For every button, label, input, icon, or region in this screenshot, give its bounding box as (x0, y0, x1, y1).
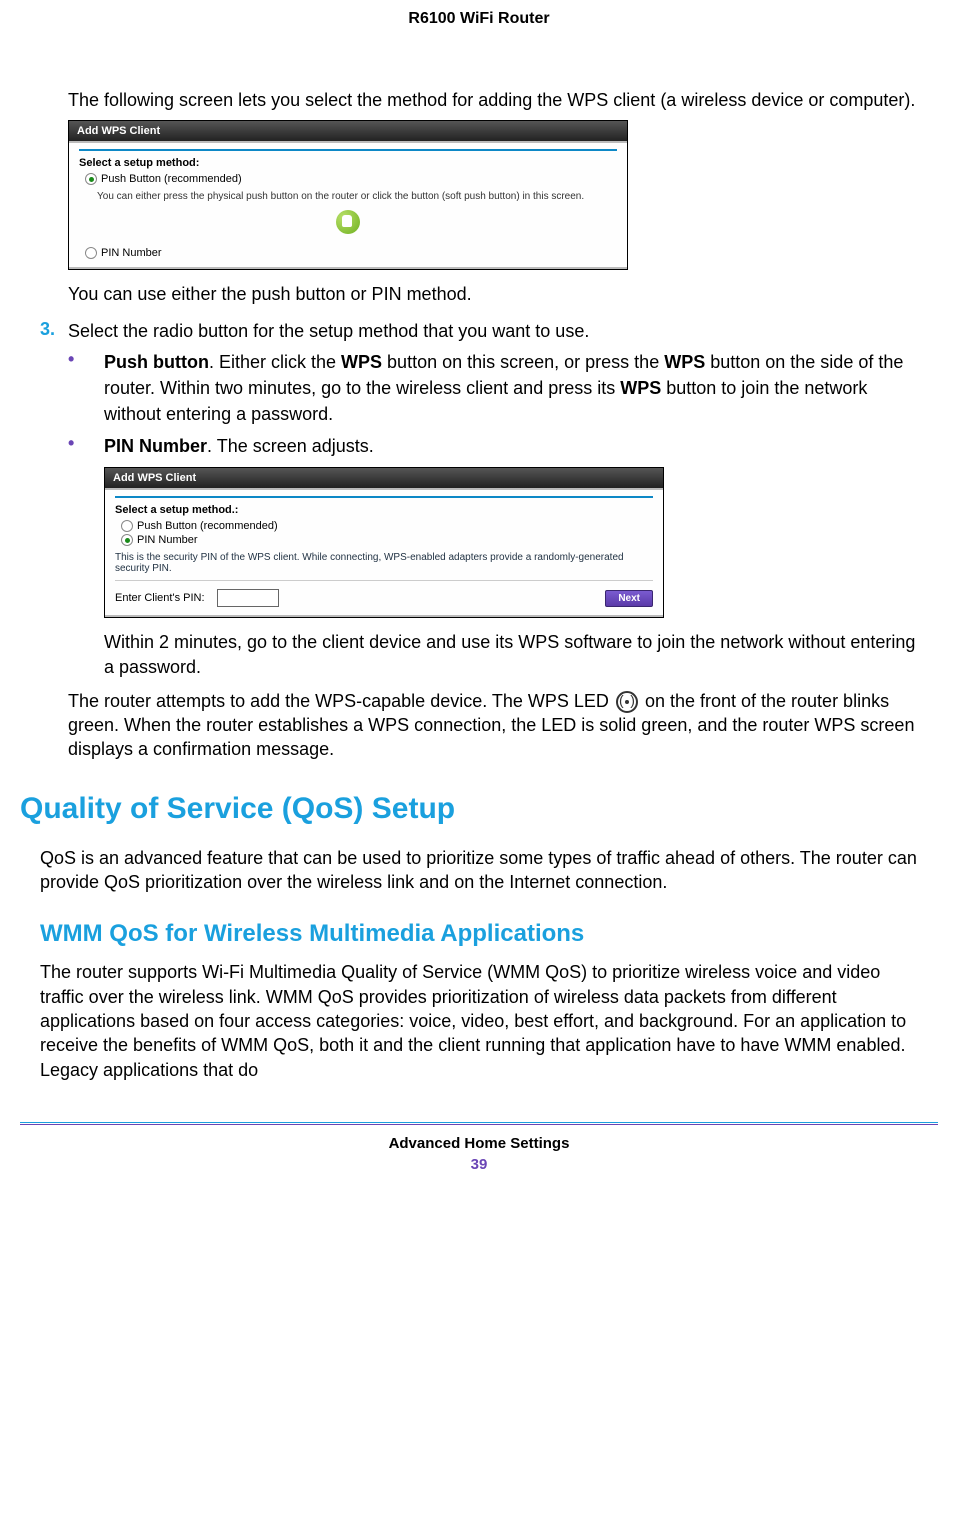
page-header-title: R6100 WiFi Router (40, 10, 918, 28)
wps-led-icon (616, 691, 638, 713)
radio-label: PIN Number (137, 534, 198, 546)
wps-soft-button-icon[interactable] (336, 210, 360, 234)
page-footer: Advanced Home Settings 39 (40, 1122, 918, 1173)
radio-push-button[interactable]: Push Button (recommended) (85, 173, 617, 185)
radio-label: PIN Number (101, 247, 162, 259)
divider (79, 149, 617, 151)
after-pin-paragraph: Within 2 minutes, go to the client devic… (104, 630, 918, 679)
screenshot-add-wps-push: Add WPS Client Select a setup method: Pu… (68, 120, 628, 270)
bullet-push-button: • Push button. Either click the WPS butt… (68, 349, 918, 427)
next-button[interactable]: Next (605, 590, 653, 607)
screenshot-add-wps-pin: Add WPS Client Select a setup method.: P… (104, 467, 664, 618)
wmm-paragraph: The router supports Wi-Fi Multimedia Qua… (40, 960, 918, 1081)
footer-page-number: 39 (40, 1156, 918, 1173)
radio-icon-selected (121, 534, 133, 546)
bullet-pin-number: • PIN Number. The screen adjusts. (68, 433, 918, 459)
radio-push-button[interactable]: Push Button (recommended) (121, 520, 653, 532)
radio-label: Push Button (recommended) (101, 173, 242, 185)
closing-paragraph: The router attempts to add the WPS-capab… (68, 689, 918, 762)
heading-wmm-qos: WMM QoS for Wireless Multimedia Applicat… (40, 920, 918, 948)
step-number: 3. (40, 319, 68, 343)
radio-icon (85, 247, 97, 259)
qos-paragraph: QoS is an advanced feature that can be u… (40, 846, 918, 895)
divider (115, 580, 653, 581)
intro-paragraph-2: You can use either the push button or PI… (68, 282, 918, 306)
footer-section: Advanced Home Settings (40, 1135, 918, 1152)
radio-pin-number[interactable]: PIN Number (85, 247, 617, 259)
heading-qos-setup: Quality of Service (QoS) Setup (20, 792, 918, 826)
radio-pin-number[interactable]: PIN Number (121, 534, 653, 546)
push-hint-text: You can either press the physical push b… (97, 191, 617, 202)
bullet-text: Push button. Either click the WPS button… (104, 349, 918, 427)
bullet-icon: • (68, 433, 104, 459)
client-pin-input[interactable] (217, 589, 279, 607)
panel-title: Add WPS Client (69, 121, 627, 141)
setup-method-label: Select a setup method: (79, 157, 617, 169)
step-text: Select the radio button for the setup me… (68, 319, 589, 343)
footer-rule (20, 1122, 938, 1123)
step-3: 3. Select the radio button for the setup… (40, 319, 918, 343)
enter-pin-label: Enter Client's PIN: (115, 592, 205, 604)
radio-icon-selected (85, 173, 97, 185)
pin-hint-text: This is the security PIN of the WPS clie… (115, 552, 653, 574)
radio-icon (121, 520, 133, 532)
footer-rule (20, 1124, 938, 1125)
setup-method-label: Select a setup method.: (115, 504, 653, 516)
divider (115, 496, 653, 498)
panel-title: Add WPS Client (105, 468, 663, 488)
bullet-text: PIN Number. The screen adjusts. (104, 433, 374, 459)
bullet-icon: • (68, 349, 104, 427)
radio-label: Push Button (recommended) (137, 520, 278, 532)
intro-paragraph-1: The following screen lets you select the… (68, 88, 918, 112)
